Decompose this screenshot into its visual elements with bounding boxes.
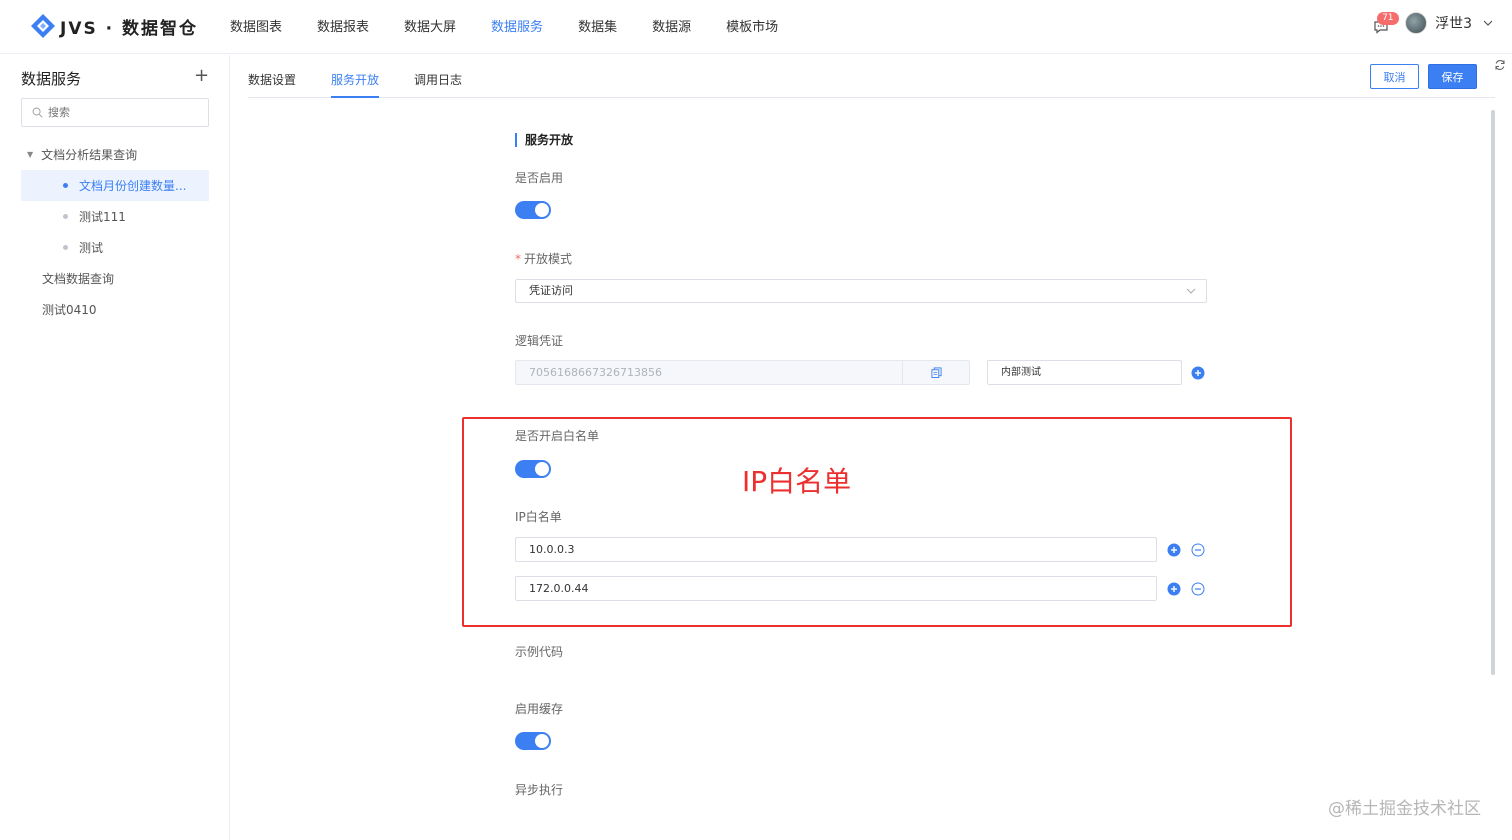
annotation-text: IP白名单 xyxy=(742,465,852,498)
required-mark: * xyxy=(515,252,521,266)
tree-node-item[interactable]: 测试111 xyxy=(21,201,209,232)
tree-node-folder[interactable]: ▼ 文档分析结果查询 xyxy=(21,139,209,170)
tree-node-folder[interactable]: 文档数据查询 xyxy=(21,263,209,294)
sidebar-title: 数据服务 xyxy=(21,70,82,88)
nav-data-services[interactable]: 数据服务 xyxy=(491,0,543,54)
credential-label: 逻辑凭证 xyxy=(515,334,564,348)
open-mode-label: * 开放模式 xyxy=(515,250,572,267)
copy-button[interactable] xyxy=(902,360,970,385)
ip-whitelist-label: IP白名单 xyxy=(515,510,562,524)
nav-data-sources[interactable]: 数据源 xyxy=(652,0,691,54)
tree-node-label: 测试111 xyxy=(79,210,126,224)
refresh-icon[interactable] xyxy=(1494,59,1506,71)
credential-input[interactable]: 7056168667326713856 xyxy=(515,360,903,385)
tree-node-label: 文档分析结果查询 xyxy=(41,148,138,162)
enable-label: 是否启用 xyxy=(515,171,564,185)
tree-node-item[interactable]: 文档月份创建数量... xyxy=(21,170,209,201)
async-label: 异步执行 xyxy=(515,783,564,797)
tree-node-item[interactable]: 测试 xyxy=(21,232,209,263)
tab-call-logs[interactable]: 调用日志 xyxy=(414,62,462,97)
message-button[interactable]: 71 xyxy=(1373,12,1399,34)
chevron-down-icon xyxy=(1186,288,1196,294)
service-tree: ▼ 文档分析结果查询 文档月份创建数量... 测试111 测试 文档数据查询 测… xyxy=(21,139,209,325)
chevron-down-icon[interactable] xyxy=(1482,17,1494,29)
message-count-badge: 71 xyxy=(1377,12,1399,25)
section-title: 服务开放 xyxy=(515,133,573,147)
tree-node-label: 文档数据查询 xyxy=(42,272,115,286)
tree-node-folder[interactable]: 测试0410 xyxy=(21,294,209,325)
scrollbar[interactable] xyxy=(1491,110,1495,675)
add-ip-plus-icon[interactable] xyxy=(1167,543,1181,557)
cache-label: 启用缓存 xyxy=(515,702,564,716)
ip-input[interactable]: 172.0.0.44 xyxy=(515,576,1157,601)
top-header: JVS · 数据智仓 数据图表 数据报表 数据大屏 数据服务 数据集 数据源 模… xyxy=(0,0,1512,54)
search-icon xyxy=(32,107,43,118)
add-credential-plus-icon[interactable] xyxy=(1191,366,1205,380)
sidebar-search xyxy=(21,98,209,127)
avatar[interactable] xyxy=(1405,12,1428,34)
remove-ip-minus-icon[interactable] xyxy=(1191,543,1205,557)
nav-template-market[interactable]: 模板市场 xyxy=(726,0,778,54)
cancel-button[interactable]: 取消 xyxy=(1370,64,1419,89)
remove-ip-minus-icon[interactable] xyxy=(1191,582,1205,596)
open-mode-select[interactable]: 凭证访问 xyxy=(515,279,1207,303)
nav-data-screens[interactable]: 数据大屏 xyxy=(404,0,456,54)
nav-datasets[interactable]: 数据集 xyxy=(578,0,617,54)
nav-data-reports[interactable]: 数据报表 xyxy=(317,0,369,54)
tree-node-label: 测试0410 xyxy=(42,303,97,317)
content-tabs: 数据设置 服务开放 调用日志 xyxy=(248,62,1495,98)
whitelist-toggle[interactable] xyxy=(515,460,551,478)
tab-data-settings[interactable]: 数据设置 xyxy=(248,62,296,97)
logo-icon xyxy=(31,14,55,38)
sidebar: 数据服务 + ▼ 文档分析结果查询 文档月份创建数量... 测试111 测试 文… xyxy=(0,55,230,840)
tree-node-label: 测试 xyxy=(79,241,104,255)
main-nav: 数据图表 数据报表 数据大屏 数据服务 数据集 数据源 模板市场 xyxy=(230,0,813,54)
credential-name-input[interactable]: 内部测试 xyxy=(987,360,1182,385)
example-code-label: 示例代码 xyxy=(515,645,564,659)
tree-node-label: 文档月份创建数量... xyxy=(79,179,187,193)
cache-toggle[interactable] xyxy=(515,732,551,750)
ip-input[interactable]: 10.0.0.3 xyxy=(515,537,1157,562)
save-button[interactable]: 保存 xyxy=(1428,64,1477,89)
nav-data-charts[interactable]: 数据图表 xyxy=(230,0,282,54)
open-mode-label-text: 开放模式 xyxy=(524,252,573,266)
caret-down-icon[interactable]: ▼ xyxy=(27,150,33,159)
app-name: JVS · 数据智仓 xyxy=(60,18,199,39)
copy-icon xyxy=(930,367,942,378)
open-mode-value: 凭证访问 xyxy=(529,284,573,297)
tab-service-open[interactable]: 服务开放 xyxy=(331,62,380,98)
app-logo[interactable]: JVS · 数据智仓 xyxy=(30,13,198,39)
add-service-button[interactable]: + xyxy=(194,67,209,85)
watermark: @稀土掘金技术社区 xyxy=(1328,799,1481,819)
header-user-area: 71 浮世3 xyxy=(1373,12,1494,34)
username[interactable]: 浮世3 xyxy=(1435,13,1472,33)
add-ip-plus-icon[interactable] xyxy=(1167,582,1181,596)
enable-toggle[interactable] xyxy=(515,201,551,219)
search-input[interactable] xyxy=(48,106,198,119)
whitelist-enable-label: 是否开启白名单 xyxy=(515,429,600,443)
